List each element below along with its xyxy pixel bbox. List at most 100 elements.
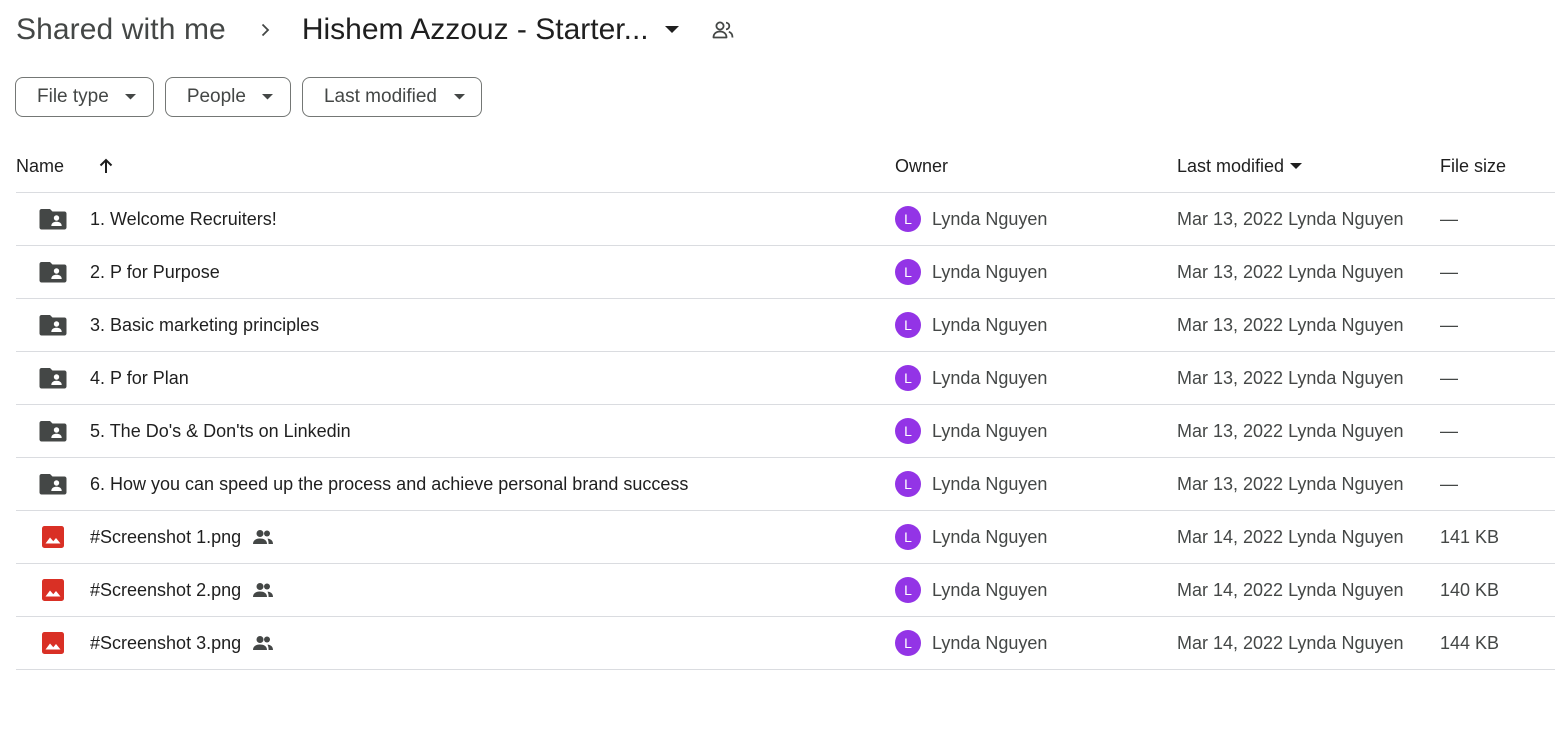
file-list: Name Owner Last modified File size 1. We…: [16, 140, 1555, 670]
owner-cell: L Lynda Nguyen: [895, 193, 1047, 245]
file-name[interactable]: 2. P for Purpose: [90, 262, 220, 283]
filter-file-type-label: File type: [37, 86, 109, 107]
last-modified-cell: Mar 14, 2022 Lynda Nguyen: [1177, 526, 1404, 547]
people-icon: [252, 579, 274, 601]
table-row[interactable]: #Screenshot 1.png L Lynda Nguyen Mar 14, 20…: [16, 511, 1555, 564]
owner-name: Lynda Nguyen: [932, 632, 1048, 653]
shared-folder-icon: [38, 458, 68, 510]
shared-folder-icon: [38, 405, 68, 457]
avatar: L: [895, 577, 921, 603]
table-row[interactable]: 3. Basic marketing principles L Lynda Nguy…: [16, 299, 1555, 352]
column-header-last-modified[interactable]: Last modified: [1177, 140, 1303, 192]
file-name[interactable]: 3. Basic marketing principles: [90, 315, 319, 336]
file-size-cell: —: [1440, 261, 1458, 282]
image-file-icon: [38, 511, 68, 563]
avatar: L: [895, 524, 921, 550]
people-outline-icon[interactable]: [711, 18, 735, 42]
arrow-up-icon[interactable]: [94, 154, 118, 178]
filter-last-modified[interactable]: Last modified: [301, 77, 482, 117]
breadcrumb: Shared with me Hishem Azzouz - Starter..…: [16, 8, 735, 52]
column-header-file-size: File size: [1440, 155, 1507, 176]
last-modified-cell: Mar 14, 2022 Lynda Nguyen: [1177, 632, 1404, 653]
owner-cell: L Lynda Nguyen: [895, 617, 1047, 669]
avatar: L: [895, 418, 921, 444]
file-name-cell: 3. Basic marketing principles: [90, 299, 319, 351]
owner-name: Lynda Nguyen: [932, 420, 1048, 441]
table-row[interactable]: #Screenshot 3.png L Lynda Nguyen Mar 14, 20…: [16, 617, 1555, 670]
last-modified-cell: Mar 13, 2022 Lynda Nguyen: [1177, 208, 1404, 229]
file-name-cell: 4. P for Plan: [90, 352, 189, 404]
file-name[interactable]: 5. The Do's & Don'ts on Linkedin: [90, 421, 351, 442]
table-row[interactable]: 2. P for Purpose L Lynda Nguyen Mar 13, 202…: [16, 246, 1555, 299]
file-name-cell: #Screenshot 2.png: [90, 564, 274, 616]
avatar: L: [895, 206, 921, 232]
filter-people-label: People: [186, 86, 246, 107]
file-size-cell: —: [1440, 473, 1458, 494]
breadcrumb-current-label: Hishem Azzouz - Starter...: [301, 13, 649, 46]
last-modified-cell: Mar 13, 2022 Lynda Nguyen: [1177, 420, 1404, 441]
file-name-cell: 6. How you can speed up the process and …: [90, 458, 688, 510]
file-name-cell: 1. Welcome Recruiters!: [90, 193, 277, 245]
table-row[interactable]: 4. P for Plan L Lynda Nguyen Mar 13, 2022 L…: [16, 352, 1555, 405]
file-size-cell: 140 KB: [1440, 579, 1500, 600]
owner-name: Lynda Nguyen: [932, 526, 1048, 547]
owner-cell: L Lynda Nguyen: [895, 405, 1047, 457]
filter-file-type[interactable]: File type: [15, 77, 154, 117]
table-row[interactable]: #Screenshot 2.png L Lynda Nguyen Mar 14, 20…: [16, 564, 1555, 617]
file-name-cell: #Screenshot 1.png: [90, 511, 274, 563]
owner-cell: L Lynda Nguyen: [895, 458, 1047, 510]
last-modified-cell: Mar 13, 2022 Lynda Nguyen: [1177, 367, 1404, 388]
owner-cell: L Lynda Nguyen: [895, 299, 1047, 351]
file-name-cell: #Screenshot 3.png: [90, 617, 274, 669]
image-file-icon: [38, 617, 68, 669]
image-file-icon: [38, 564, 68, 616]
shared-folder-icon: [38, 246, 68, 298]
column-header-name[interactable]: Name: [16, 140, 64, 192]
owner-cell: L Lynda Nguyen: [895, 352, 1047, 404]
caret-down-icon: [453, 91, 465, 103]
file-name[interactable]: 4. P for Plan: [90, 368, 189, 389]
last-modified-cell: Mar 14, 2022 Lynda Nguyen: [1177, 579, 1404, 600]
table-row[interactable]: 5. The Do's & Don'ts on Linkedin L Lynda N…: [16, 405, 1555, 458]
drive-shared-folder-page: Shared with me Hishem Azzouz - Starter..…: [0, 0, 1555, 740]
caret-down-icon: [125, 91, 137, 103]
file-size-cell: —: [1440, 420, 1458, 441]
shared-folder-icon: [38, 299, 68, 351]
owner-name: Lynda Nguyen: [932, 314, 1048, 335]
avatar: L: [895, 471, 921, 497]
file-name[interactable]: 1. Welcome Recruiters!: [90, 209, 277, 230]
file-size-cell: —: [1440, 367, 1458, 388]
people-icon: [252, 632, 274, 654]
file-name[interactable]: 6. How you can speed up the process and …: [90, 474, 688, 495]
avatar: L: [895, 365, 921, 391]
caret-down-icon: [1290, 160, 1303, 172]
avatar: L: [895, 630, 921, 656]
owner-name: Lynda Nguyen: [932, 261, 1048, 282]
table-row[interactable]: 1. Welcome Recruiters! L Lynda Nguyen Mar 1…: [16, 193, 1555, 246]
file-list-header: Name Owner Last modified File size: [16, 140, 1555, 193]
owner-name: Lynda Nguyen: [932, 579, 1048, 600]
file-size-cell: 141 KB: [1440, 526, 1500, 547]
file-name[interactable]: #Screenshot 3.png: [90, 633, 241, 654]
last-modified-cell: Mar 13, 2022 Lynda Nguyen: [1177, 261, 1404, 282]
shared-folder-icon: [38, 193, 68, 245]
owner-cell: L Lynda Nguyen: [895, 511, 1047, 563]
avatar: L: [895, 259, 921, 285]
filter-people[interactable]: People: [164, 77, 291, 117]
breadcrumb-current-folder[interactable]: Hishem Azzouz - Starter...: [302, 13, 679, 47]
last-modified-cell: Mar 13, 2022 Lynda Nguyen: [1177, 314, 1404, 335]
filter-chips: File type People Last modified: [15, 77, 482, 117]
owner-name: Lynda Nguyen: [932, 367, 1048, 388]
owner-cell: L Lynda Nguyen: [895, 246, 1047, 298]
table-row[interactable]: 6. How you can speed up the process and …: [16, 458, 1555, 511]
file-name[interactable]: #Screenshot 1.png: [90, 527, 241, 548]
shared-folder-icon: [38, 352, 68, 404]
breadcrumb-shared-with-me[interactable]: Shared with me: [16, 13, 226, 47]
filter-last-modified-label: Last modified: [323, 86, 437, 107]
owner-cell: L Lynda Nguyen: [895, 564, 1047, 616]
file-name[interactable]: #Screenshot 2.png: [90, 580, 241, 601]
column-header-last-modified-label: Last modified: [1177, 155, 1285, 176]
file-name-cell: 2. P for Purpose: [90, 246, 220, 298]
avatar: L: [895, 312, 921, 338]
last-modified-cell: Mar 13, 2022 Lynda Nguyen: [1177, 473, 1404, 494]
